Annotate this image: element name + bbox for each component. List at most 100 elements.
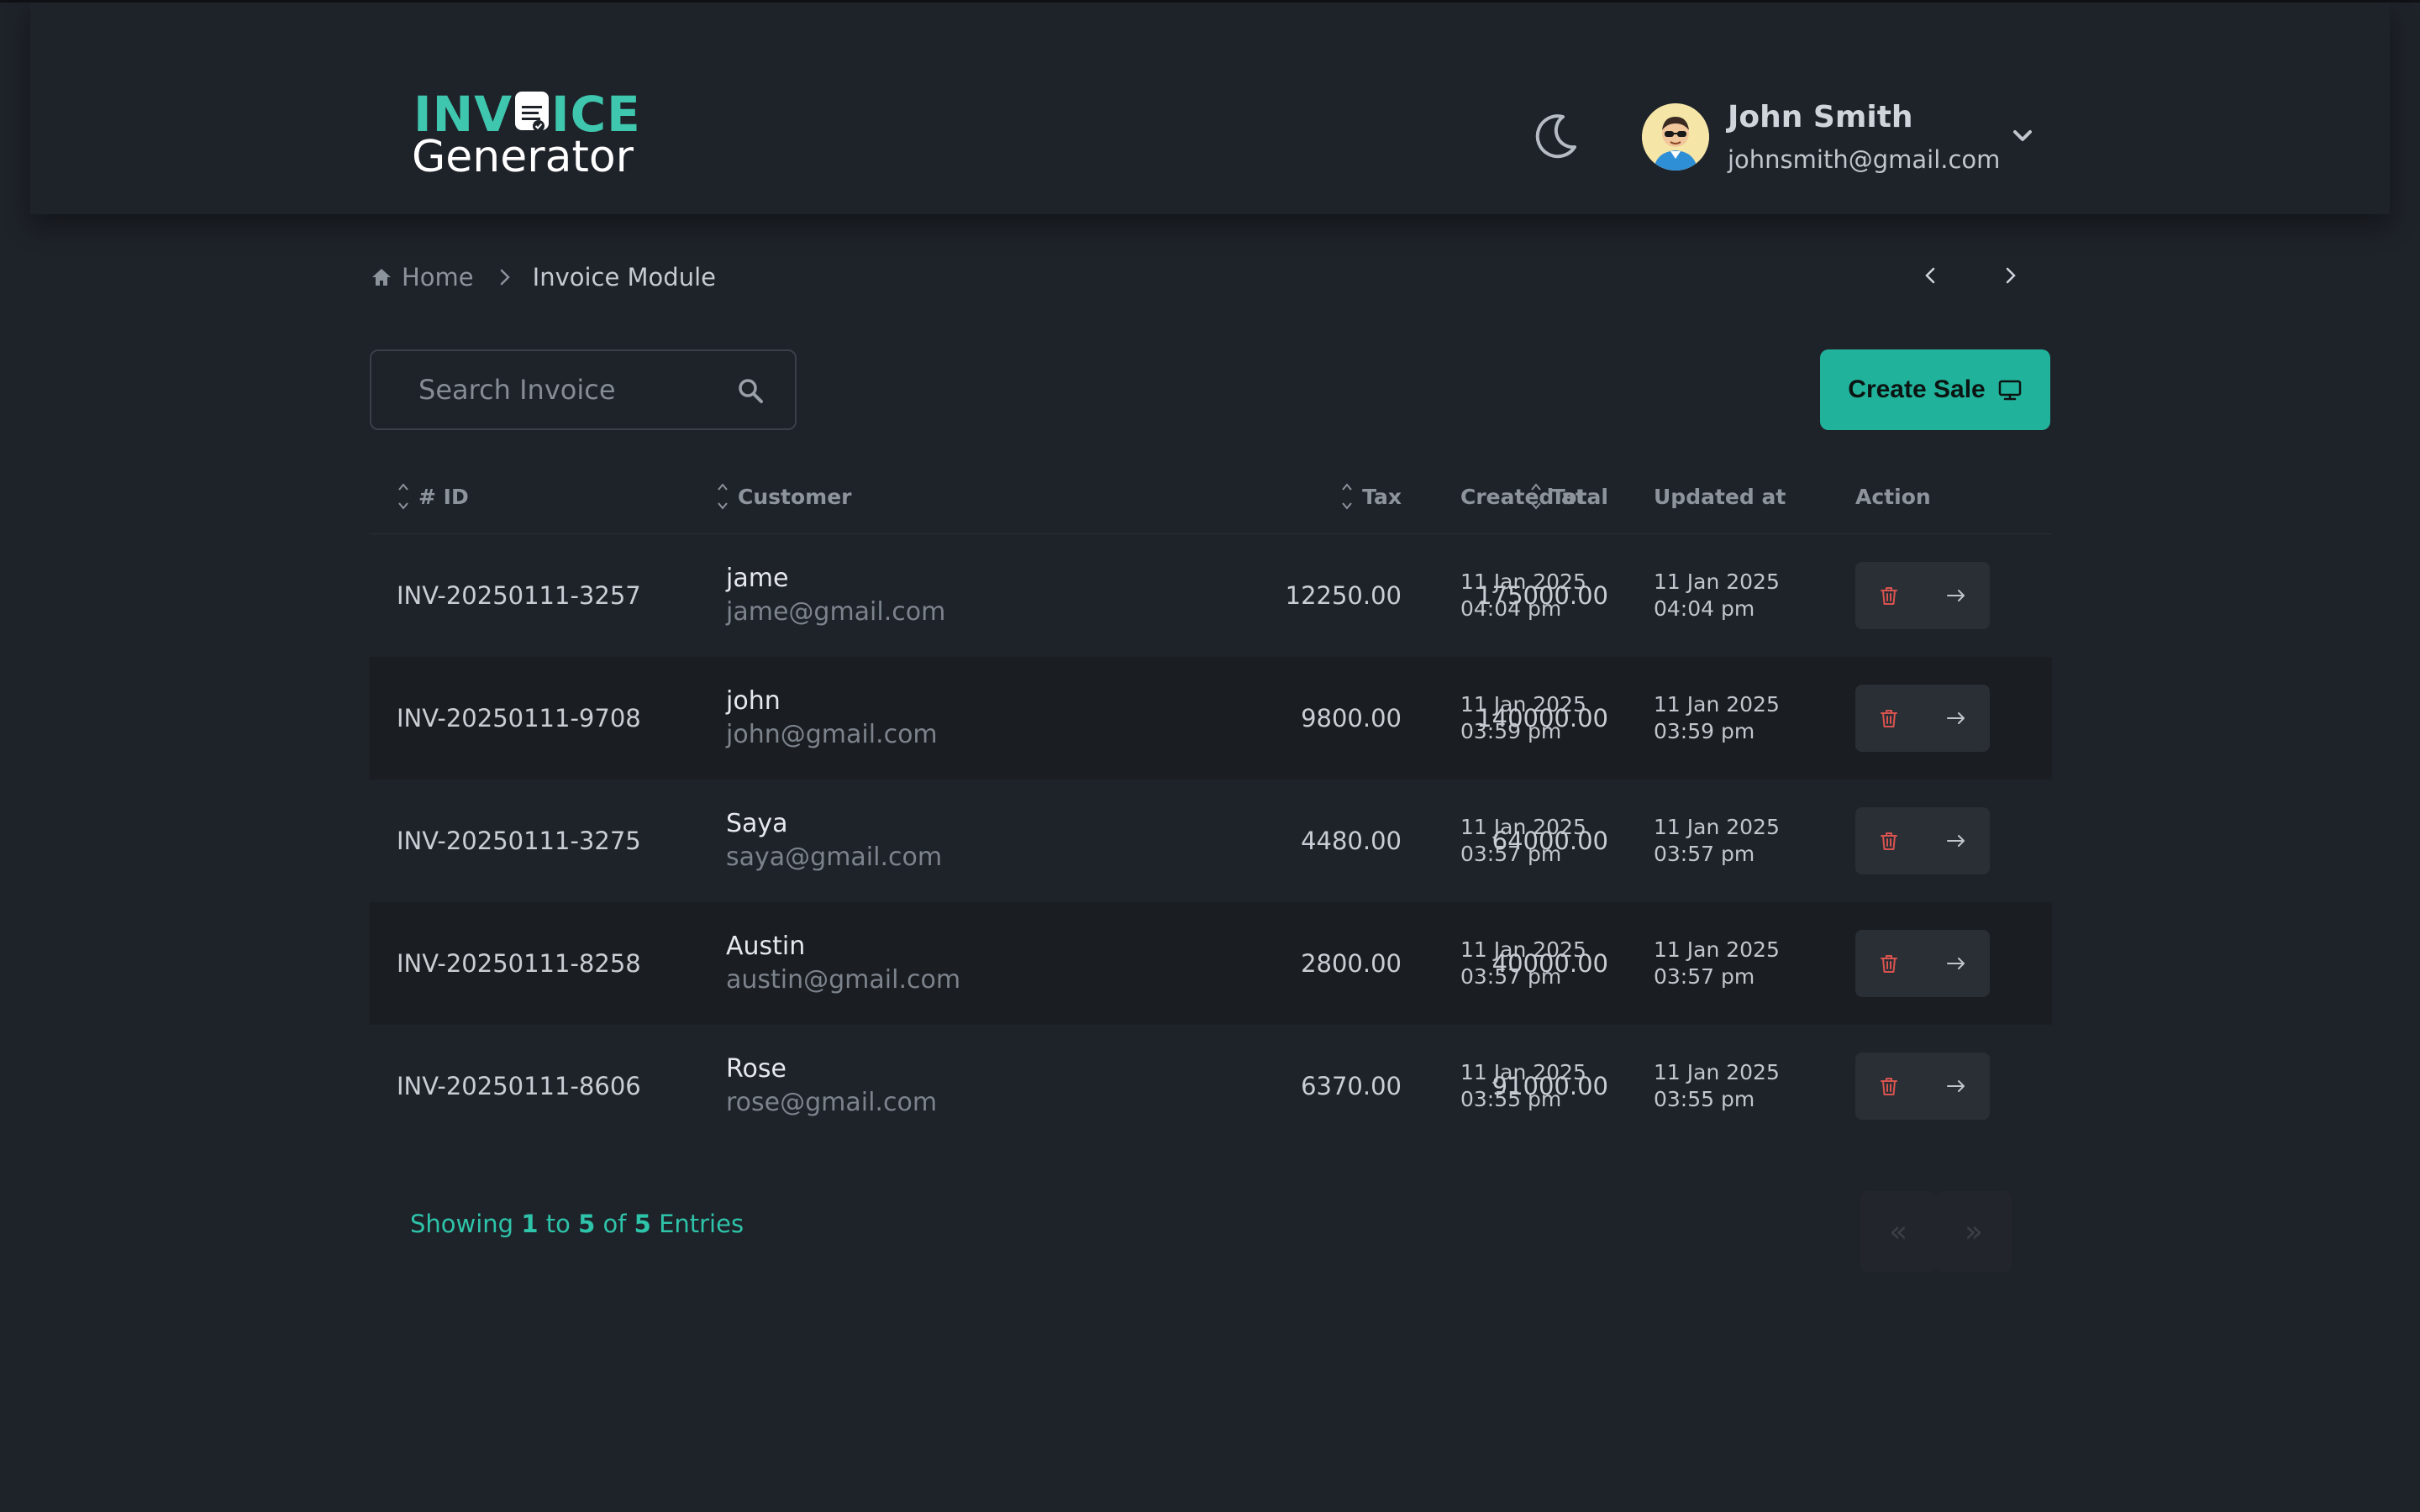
open-invoice-button[interactable]	[1923, 562, 1990, 629]
create-sale-button[interactable]: Create Sale	[1820, 349, 2050, 430]
arrow-right-icon	[1947, 590, 1965, 601]
column-header-id[interactable]: # ID	[397, 459, 469, 534]
column-header-tax[interactable]: Tax	[1134, 459, 1402, 534]
pagination-next-button[interactable]: »	[1936, 1191, 2012, 1272]
nav-back-button[interactable]	[1919, 264, 1943, 287]
customer-name: jame	[726, 564, 789, 593]
nav-forward-button[interactable]	[1998, 264, 2022, 287]
trash-icon	[1881, 710, 1897, 727]
column-header-action: Action	[1855, 484, 1931, 509]
invoice-document-icon	[515, 92, 550, 132]
home-icon[interactable]	[370, 265, 393, 289]
customer-cell: Rose rose@gmail.com	[726, 1025, 937, 1147]
customer-name: john	[726, 686, 781, 716]
user-email: johnsmith@gmail.com	[1728, 145, 2001, 174]
tax-value: 4480.00	[1301, 827, 1402, 855]
customer-cell: john john@gmail.com	[726, 657, 938, 780]
customer-email: rose@gmail.com	[726, 1088, 938, 1117]
column-header-customer[interactable]: Customer	[716, 459, 852, 534]
customer-email: john@gmail.com	[726, 720, 938, 749]
pagination-prev-button[interactable]: «	[1860, 1191, 1936, 1272]
invoice-id[interactable]: INV-20250111-9708	[397, 657, 641, 780]
entries-summary: Showing 1 to 5 of 5 Entries	[410, 1210, 744, 1238]
trash-icon	[1881, 1078, 1897, 1095]
sort-icon	[1342, 483, 1352, 510]
created-at: 11 Jan 2025 03:55 pm	[1460, 1060, 1586, 1111]
arrow-right-icon	[1947, 958, 1965, 969]
search-input[interactable]	[418, 351, 721, 428]
tax-value: 2800.00	[1301, 949, 1402, 978]
open-invoice-button[interactable]	[1923, 930, 1990, 997]
customer-name: Saya	[726, 809, 788, 838]
trash-icon	[1881, 955, 1897, 973]
moon-icon[interactable]	[1529, 110, 1580, 160]
column-header-created: Created at	[1460, 484, 1586, 509]
search-box	[370, 349, 797, 430]
app-header: INV ICE Generator John Smith johnsmith@g…	[30, 3, 2390, 214]
customer-email: jame@gmail.com	[726, 597, 946, 627]
chevron-left-icon	[1925, 267, 1935, 284]
updated-at: 11 Jan 2025 04:04 pm	[1654, 570, 1780, 621]
table-body: INV-20250111-3257 jame jame@gmail.com 12250…	[370, 534, 2052, 1147]
updated-at: 11 Jan 2025 03:57 pm	[1654, 815, 1780, 866]
table-header: # ID Customer Tax Total Created at Updat…	[370, 459, 2052, 534]
created-at: 11 Jan 2025 03:57 pm	[1460, 815, 1586, 866]
table-row[interactable]: INV-20250111-3257 jame jame@gmail.com 12250…	[370, 534, 2052, 657]
row-actions	[1855, 1053, 1990, 1120]
trash-icon	[1881, 587, 1897, 605]
trash-icon	[1881, 832, 1897, 850]
invoice-id[interactable]: INV-20250111-3275	[397, 780, 641, 902]
column-header-updated: Updated at	[1654, 484, 1786, 509]
app-logo[interactable]: INV ICE Generator	[383, 87, 640, 187]
logo-word-generator: Generator	[412, 132, 634, 182]
delete-button[interactable]	[1855, 930, 1923, 997]
sort-icon	[718, 483, 728, 510]
delete-button[interactable]	[1855, 685, 1923, 752]
breadcrumb: Home Invoice Module	[370, 260, 716, 294]
customer-name: Austin	[726, 932, 806, 961]
sort-icon	[398, 483, 408, 510]
table-row[interactable]: INV-20250111-9708 john john@gmail.com 9800.…	[370, 657, 2052, 780]
open-invoice-button[interactable]	[1923, 685, 1990, 752]
customer-email: saya@gmail.com	[726, 843, 943, 872]
chevron-down-icon[interactable]	[2010, 125, 2035, 145]
row-actions	[1855, 685, 1990, 752]
row-actions	[1855, 807, 1990, 874]
user-name: John Smith	[1728, 100, 1913, 134]
table-row[interactable]: INV-20250111-8606 Rose rose@gmail.com 6370.…	[370, 1025, 2052, 1147]
customer-cell: Saya saya@gmail.com	[726, 780, 942, 902]
created-at: 11 Jan 2025 03:57 pm	[1460, 937, 1586, 989]
avatar[interactable]	[1642, 103, 1709, 171]
row-actions	[1855, 562, 1990, 629]
delete-button[interactable]	[1855, 1053, 1923, 1120]
invoice-id[interactable]: INV-20250111-3257	[397, 534, 641, 657]
breadcrumb-current: Invoice Module	[532, 263, 716, 291]
invoice-id[interactable]: INV-20250111-8258	[397, 902, 641, 1025]
delete-button[interactable]	[1855, 562, 1923, 629]
chevron-right-icon	[494, 267, 514, 287]
arrow-right-icon	[1947, 835, 1965, 847]
updated-at: 11 Jan 2025 03:59 pm	[1654, 692, 1780, 743]
updated-at: 11 Jan 2025 03:57 pm	[1654, 937, 1780, 989]
invoice-id[interactable]: INV-20250111-8606	[397, 1025, 641, 1147]
arrow-right-icon	[1947, 1080, 1965, 1092]
created-at: 11 Jan 2025 03:59 pm	[1460, 692, 1586, 743]
monitor-icon	[1997, 377, 2023, 402]
invoice-table: # ID Customer Tax Total Created at Updat…	[370, 459, 2052, 1147]
delete-button[interactable]	[1855, 807, 1923, 874]
open-invoice-button[interactable]	[1923, 1053, 1990, 1120]
customer-cell: Austin austin@gmail.com	[726, 902, 960, 1025]
open-invoice-button[interactable]	[1923, 807, 1990, 874]
chevron-right-icon	[2006, 267, 2016, 284]
arrow-right-icon	[1947, 712, 1965, 724]
search-icon[interactable]	[736, 376, 765, 405]
create-sale-label: Create Sale	[1848, 375, 1986, 403]
created-at: 11 Jan 2025 04:04 pm	[1460, 570, 1586, 621]
row-actions	[1855, 930, 1990, 997]
tax-value: 9800.00	[1301, 704, 1402, 732]
customer-email: austin@gmail.com	[726, 965, 961, 995]
customer-cell: jame jame@gmail.com	[726, 534, 945, 657]
breadcrumb-home-link[interactable]: Home	[402, 263, 474, 291]
table-row[interactable]: INV-20250111-8258 Austin austin@gmail.com 2…	[370, 902, 2052, 1025]
table-row[interactable]: INV-20250111-3275 Saya saya@gmail.com 4480.…	[370, 780, 2052, 902]
